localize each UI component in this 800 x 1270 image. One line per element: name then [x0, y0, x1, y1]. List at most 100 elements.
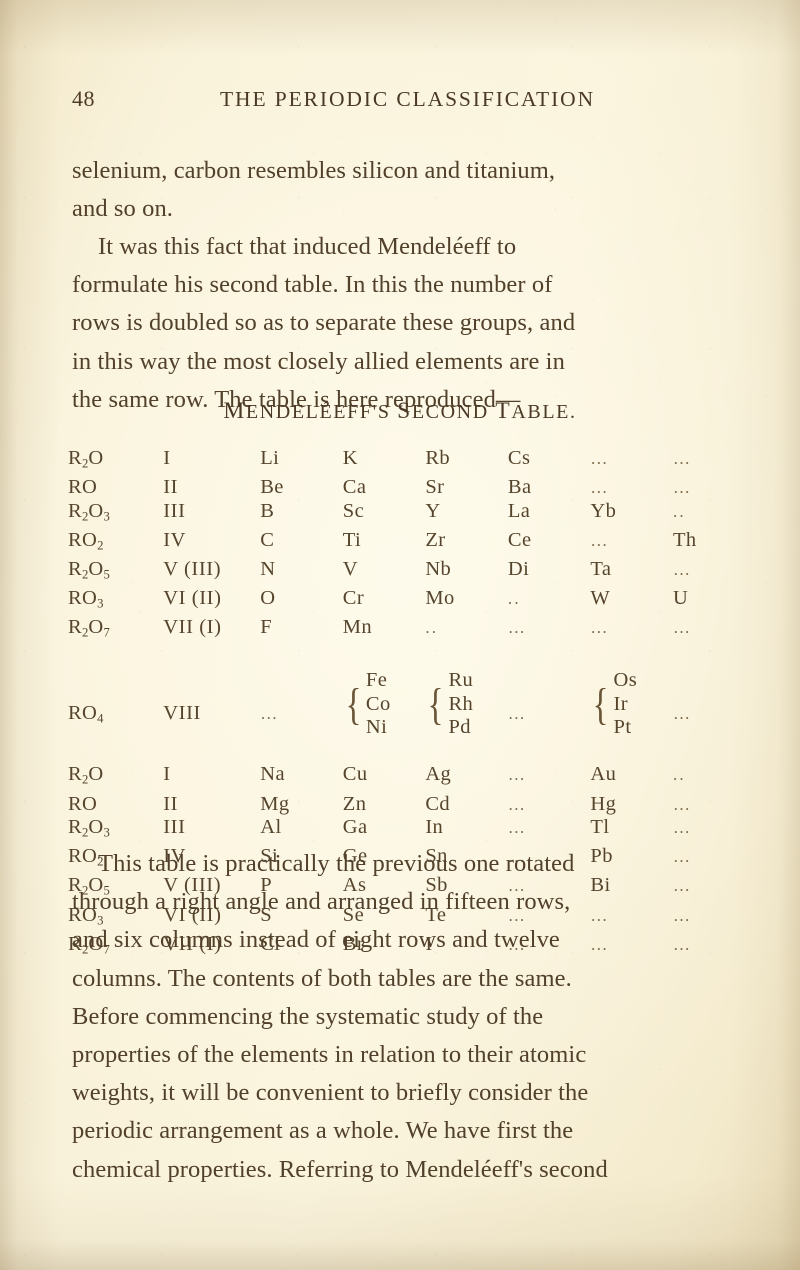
placeholder-dots: … — [672, 703, 693, 723]
table-cell-placeholder: … — [673, 816, 770, 845]
element-symbol: Ca — [342, 476, 367, 499]
table-cell-element: Ag — [425, 763, 508, 792]
oxide-formula: RO2 — [68, 528, 104, 553]
brace-icon: { — [345, 679, 362, 729]
table-caption: MENDELÉEFF'S SECOND TABLE. — [0, 398, 800, 425]
oxide-formula: RO — [68, 476, 98, 499]
brace-icon: { — [593, 679, 609, 729]
table-cell-element: Cs — [508, 447, 591, 476]
table-cell-element: B — [260, 500, 343, 529]
element-symbol: Di — [507, 558, 530, 581]
table-cell-element: C — [260, 529, 343, 558]
element-symbol: Li — [260, 447, 280, 469]
text-line: It was this fact that induced Mendeléeff… — [98, 233, 517, 260]
oxide-formula: R2O3 — [68, 499, 110, 524]
table-cell-placeholder: … — [673, 616, 770, 645]
element-symbol: V — [342, 558, 358, 581]
table-cell-oxide-formula: RO3 — [58, 587, 163, 616]
oxide-formula: RO4 — [68, 701, 104, 726]
table-cell-group-number: VI (II) — [163, 587, 260, 616]
table-cell-placeholder: … — [508, 669, 591, 740]
text-line: formulate his second table. In this the … — [72, 271, 553, 299]
table-cell-group-number: III — [163, 500, 260, 529]
element-symbol: In — [425, 816, 444, 839]
oxide-formula: R2O — [68, 763, 104, 787]
table-cell-element: Sc — [343, 500, 426, 529]
table-spacer-cell — [343, 645, 426, 669]
brace-icon: { — [427, 679, 444, 729]
table-cell-placeholder: .. — [673, 763, 770, 792]
element-symbol: Mg — [260, 792, 290, 815]
element-symbol: F — [260, 616, 273, 639]
placeholder-dots: … — [507, 818, 528, 838]
table-cell-placeholder: .. — [425, 616, 508, 645]
element-symbol: Pt — [613, 716, 632, 739]
placeholder-dots: … — [672, 818, 693, 838]
placeholder-dots: … — [590, 449, 610, 468]
table-cell-element: F — [260, 616, 343, 645]
element-symbol: Na — [260, 763, 285, 786]
table-cell-placeholder: … — [673, 669, 770, 740]
table-cell-element-triad: {Ru Rh Pd — [425, 669, 508, 740]
group-number: IV — [163, 528, 187, 551]
element-symbol: Al — [260, 816, 282, 839]
table-cell-element: Ce — [508, 529, 591, 558]
table-cell-element: Zn — [343, 793, 426, 817]
group-number: II — [163, 476, 179, 499]
element-symbol: Ni — [365, 716, 388, 739]
table-cell-element: Cr — [343, 587, 426, 616]
table-cell-placeholder: … — [590, 616, 673, 645]
table-cell-element: Ti — [343, 529, 426, 558]
text-line: chemical properties. Referring to Mendel… — [72, 1155, 608, 1183]
oxide-formula: R2O3 — [68, 816, 110, 840]
table-cell-element: Ta — [590, 558, 673, 587]
table-cell-element: Au — [590, 763, 673, 792]
table-cell-oxide-formula: RO4 — [58, 669, 163, 740]
element-symbol: Co — [365, 692, 391, 715]
table-cell-element-triad: {Os Ir Pt — [590, 669, 673, 740]
placeholder-dots: … — [672, 560, 693, 580]
text-line: periodic arrangement as a whole. We have… — [72, 1117, 574, 1145]
triad-stack: Os Ir Pt — [614, 669, 638, 740]
table-cell-group-number: I — [163, 763, 260, 792]
table-cell-element: Li — [260, 447, 343, 476]
table-cell-element: U — [673, 587, 770, 616]
element-symbol: Sr — [425, 476, 445, 499]
table-cell-element: O — [260, 587, 343, 616]
text-line: weights, it will be convenient to briefl… — [72, 1079, 589, 1107]
element-symbol: B — [260, 499, 275, 522]
placeholder-dots: … — [507, 618, 528, 638]
element-symbol: Zn — [342, 792, 367, 815]
table-spacer-cell — [673, 645, 770, 669]
placeholder-dots: … — [672, 794, 693, 814]
text-line: properties of the elements in relation t… — [72, 1041, 587, 1069]
table-cell-element: Ga — [343, 816, 426, 845]
text-line: in this way the most closely allied elem… — [72, 347, 565, 375]
element-symbol: N — [260, 558, 276, 581]
table-cell-group-number: II — [163, 793, 260, 817]
triad-stack: Fe Co Ni — [366, 669, 391, 740]
table-cell-element: Al — [260, 816, 343, 845]
element-symbol: Tl — [590, 816, 610, 839]
table-cell-oxide-formula: R2O7 — [58, 616, 163, 645]
table-cell-element: Zr — [425, 529, 508, 558]
element-triad: {Os Ir Pt — [590, 669, 637, 740]
table-cell-placeholder: … — [673, 447, 770, 476]
triad-stack: Ru Rh Pd — [448, 669, 473, 740]
table-cell-oxide-formula: R2O3 — [58, 816, 163, 845]
table-spacer-cell — [425, 645, 508, 669]
table-cell-oxide-formula: RO — [58, 476, 163, 500]
text-line: through a right angle and arranged in fi… — [72, 888, 571, 916]
running-head-title: THE PERIODIC CLASSIFICATION — [219, 87, 595, 111]
table-spacer-cell — [260, 645, 343, 669]
table-row: R2O7 VII (I) F Mn..……… — [58, 616, 770, 645]
table-cell-element-triad: {Fe Co Ni — [343, 669, 426, 740]
table-cell-placeholder: … — [673, 476, 770, 500]
element-symbol: Nb — [425, 558, 452, 581]
table-cell-element: Cd — [425, 793, 508, 817]
table-cell-element: Mg — [260, 793, 343, 817]
placeholder-dots: … — [590, 530, 610, 550]
table-cell-element: K — [343, 447, 426, 476]
table-cell-placeholder: … — [508, 616, 591, 645]
element-symbol: Hg — [590, 792, 617, 815]
